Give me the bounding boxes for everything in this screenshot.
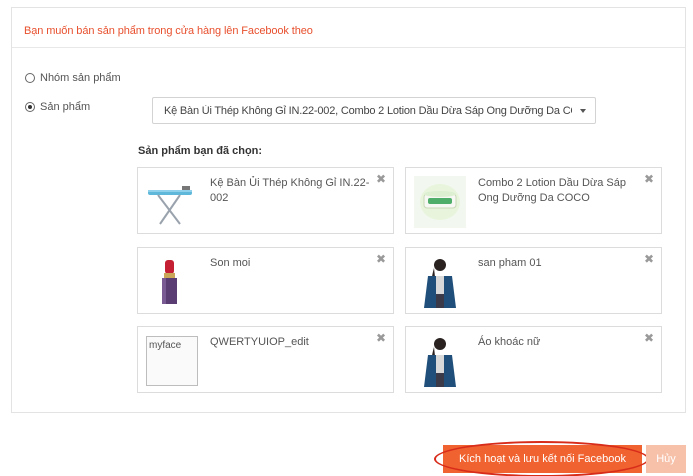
remove-icon[interactable]: ✖ (376, 252, 386, 266)
broken-image: myface (146, 336, 198, 386)
chosen-product-card: myface QWERTYUIOP_edit ✖ (137, 326, 394, 393)
jacket-model-image (424, 259, 456, 308)
cancel-button[interactable]: Hủy (646, 445, 686, 473)
chosen-products-label: Sản phẩm bạn đã chọn: (138, 145, 263, 157)
radio-product-label: Sản phẩm (40, 101, 91, 113)
lipstick-image (162, 260, 177, 304)
product-name: Áo khoác nữ (478, 336, 541, 348)
product-name: QWERTYUIOP_edit (210, 336, 309, 348)
product-name: Kệ Bàn Ủi Thép Không Gỉ IN.22-002 (210, 177, 370, 204)
lotion-jar-image (414, 176, 466, 228)
remove-icon[interactable]: ✖ (376, 331, 386, 345)
facebook-sell-panel: Bạn muốn bán sản phẩm trong cửa hàng lên… (11, 7, 686, 413)
radio-product-circle[interactable] (25, 102, 35, 112)
panel-header: Bạn muốn bán sản phẩm trong cửa hàng lên… (12, 8, 685, 48)
radio-product-group-circle[interactable] (25, 73, 35, 83)
radio-product-group-label: Nhóm sản phẩm (40, 72, 121, 84)
chosen-product-card: Combo 2 Lotion Dầu Dừa Sáp Ong Dưỡng Da … (405, 167, 662, 234)
product-name: Son moi (210, 257, 251, 269)
radio-product-group[interactable]: Nhóm sản phẩm (25, 72, 121, 84)
remove-icon[interactable]: ✖ (644, 252, 654, 266)
remove-icon[interactable]: ✖ (644, 172, 654, 186)
chosen-product-card: Kệ Bàn Ủi Thép Không Gỉ IN.22-002 ✖ (137, 167, 394, 234)
product-select[interactable]: Kệ Bàn Ủi Thép Không Gỉ IN.22-002, Combo… (152, 97, 596, 124)
product-name: san pham 01 (478, 257, 542, 269)
activate-save-facebook-button[interactable]: Kích hoạt và lưu kết nối Facebook (443, 445, 642, 473)
chosen-product-card: Son moi ✖ (137, 247, 394, 314)
product-select-value: Kệ Bàn Ủi Thép Không Gỉ IN.22-002, Combo… (164, 104, 572, 117)
product-name: Combo 2 Lotion Dầu Dừa Sáp Ong Dưỡng Da … (478, 177, 627, 204)
ironing-board-image (148, 186, 192, 225)
jacket-model-image (424, 338, 456, 387)
chosen-product-card: Áo khoác nữ ✖ (405, 326, 662, 393)
panel-title: Bạn muốn bán sản phẩm trong cửa hàng lên… (24, 25, 313, 37)
chevron-down-icon (580, 109, 586, 113)
radio-product[interactable]: Sản phẩm (25, 101, 90, 113)
chosen-product-card: san pham 01 ✖ (405, 247, 662, 314)
remove-icon[interactable]: ✖ (644, 331, 654, 345)
remove-icon[interactable]: ✖ (376, 172, 386, 186)
